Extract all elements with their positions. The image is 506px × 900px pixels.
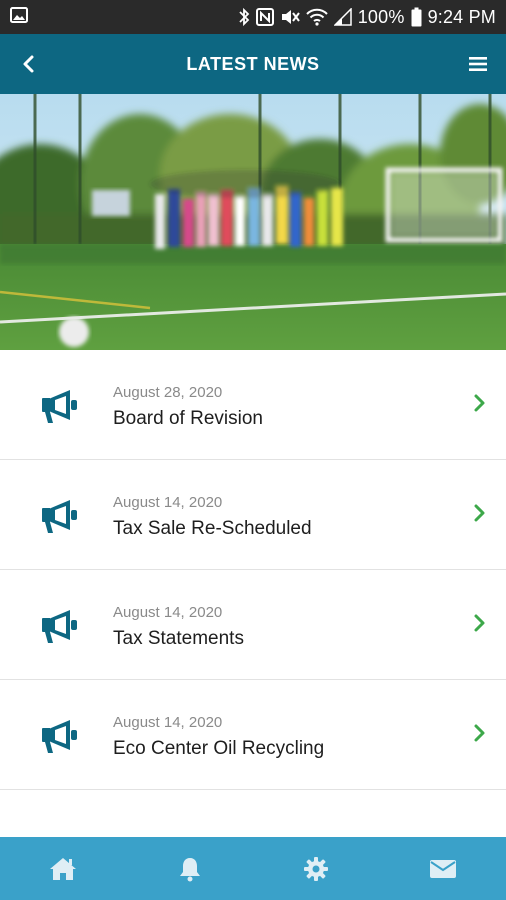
news-title: Eco Center Oil Recycling (113, 738, 325, 759)
gear-icon (304, 856, 329, 881)
nfc-icon (255, 7, 274, 27)
news-item[interactable]: August 28, 2020 Board of Revision (0, 350, 506, 460)
news-list: August 28, 2020 Board of Revision August… (0, 350, 506, 790)
status-bar: 100% 9:24 PM (0, 0, 506, 34)
menu-button[interactable] (450, 34, 506, 94)
news-item[interactable]: August 14, 2020 Tax Sale Re-Scheduled (0, 460, 506, 570)
back-button[interactable] (0, 34, 56, 94)
signal-icon (333, 7, 352, 27)
battery-percent: 100% (357, 6, 405, 27)
megaphone-icon (42, 720, 77, 753)
battery-icon (411, 7, 422, 27)
page-title: LATEST NEWS (186, 53, 320, 74)
news-date: August 14, 2020 (113, 494, 223, 511)
news-title: Board of Revision (113, 408, 263, 429)
hamburger-menu-icon (469, 57, 487, 71)
chevron-left-icon (23, 55, 34, 73)
nav-mail-button[interactable] (413, 837, 473, 900)
image-icon (10, 6, 28, 28)
nav-settings-button[interactable] (286, 837, 346, 900)
hero-image (0, 94, 506, 350)
app-header: LATEST NEWS (0, 34, 506, 94)
news-date: August 14, 2020 (113, 604, 223, 621)
bottom-nav (0, 837, 506, 900)
nav-notifications-button[interactable] (160, 837, 220, 900)
megaphone-icon (42, 500, 77, 533)
chevron-right-icon (474, 504, 485, 522)
nav-home-button[interactable] (33, 837, 93, 900)
chevron-right-icon (474, 394, 485, 412)
megaphone-icon (42, 610, 77, 643)
news-item[interactable]: August 14, 2020 Tax Statements (0, 570, 506, 680)
news-date: August 28, 2020 (113, 384, 223, 401)
wifi-icon (306, 7, 328, 27)
news-title: Tax Sale Re-Scheduled (113, 518, 312, 539)
news-item[interactable]: August 14, 2020 Eco Center Oil Recycling (0, 680, 506, 790)
clock-time: 9:24 PM (427, 6, 496, 27)
chevron-right-icon (474, 614, 485, 632)
soccer-field-photo (0, 94, 506, 350)
news-title: Tax Statements (113, 628, 244, 649)
chevron-right-icon (474, 724, 485, 742)
bell-icon (179, 857, 200, 881)
mute-icon (280, 7, 300, 27)
mail-icon (429, 859, 456, 878)
bluetooth-icon (238, 7, 250, 27)
news-date: August 14, 2020 (113, 714, 223, 731)
megaphone-icon (42, 390, 77, 423)
home-icon (50, 857, 77, 880)
